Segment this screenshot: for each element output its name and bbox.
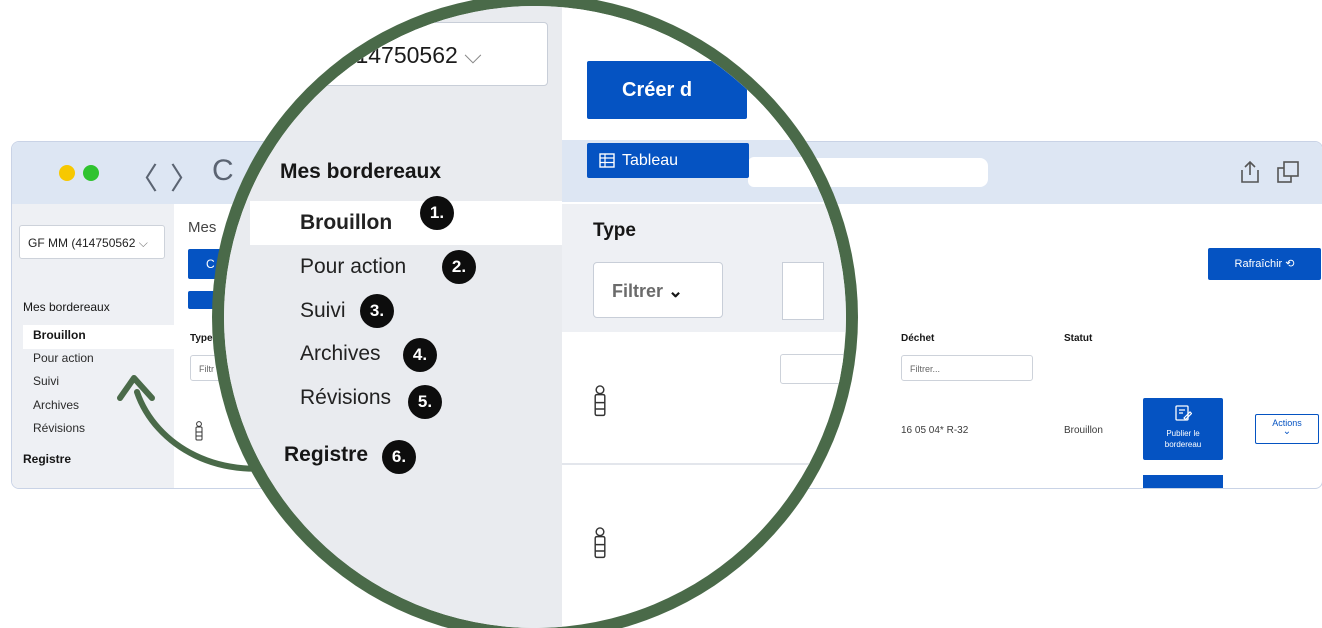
zoom-row-divider: [562, 463, 846, 465]
zoom-sidebar-heading: Mes bordereaux: [280, 160, 442, 183]
badge-5: 5.: [408, 385, 442, 419]
badge-4: 4.: [403, 338, 437, 372]
bottle-icon: [594, 527, 606, 559]
zoom-sidebar: [224, 6, 562, 628]
zoom-address-bar[interactable]: [748, 157, 846, 187]
badge-6: 6.: [382, 440, 416, 474]
zoom-item-registre[interactable]: Registre: [284, 443, 368, 467]
zoom-active-bg: [250, 201, 562, 245]
zoom-org-select[interactable]: (414750562 ⌵: [318, 22, 548, 86]
badge-1: 1.: [420, 196, 454, 230]
zoom-item-pour-action[interactable]: Pour action: [300, 255, 406, 279]
zoom-item-archives[interactable]: Archives: [300, 342, 381, 366]
magnified-content: (414750562 ⌵ Mes bordereaux Brouillon 1.…: [224, 6, 846, 628]
zoom-create-button[interactable]: Créer d: [587, 61, 747, 119]
zoom-cell-input[interactable]: [780, 354, 846, 384]
chevron-down-icon: ⌵: [464, 42, 482, 68]
zoom-filter-button[interactable]: Filtrer ⌄: [593, 262, 723, 318]
zoom-item-brouillon[interactable]: Brouillon: [300, 211, 392, 235]
chevron-down-icon: ⌄: [668, 281, 684, 301]
zoom-item-suivi[interactable]: Suivi: [300, 299, 346, 323]
zoom-tab-tableau[interactable]: Tableau: [587, 143, 749, 178]
zoom-item-revisions[interactable]: Révisions: [300, 386, 391, 410]
zoom-filter-button-2[interactable]: [782, 262, 824, 320]
table-icon: [599, 153, 615, 168]
bottle-icon: [594, 385, 606, 417]
zoom-type-label: Type: [593, 220, 636, 241]
magnifier-lens: (414750562 ⌵ Mes bordereaux Brouillon 1.…: [224, 6, 846, 628]
badge-2: 2.: [442, 250, 476, 284]
badge-3: 3.: [360, 294, 394, 328]
